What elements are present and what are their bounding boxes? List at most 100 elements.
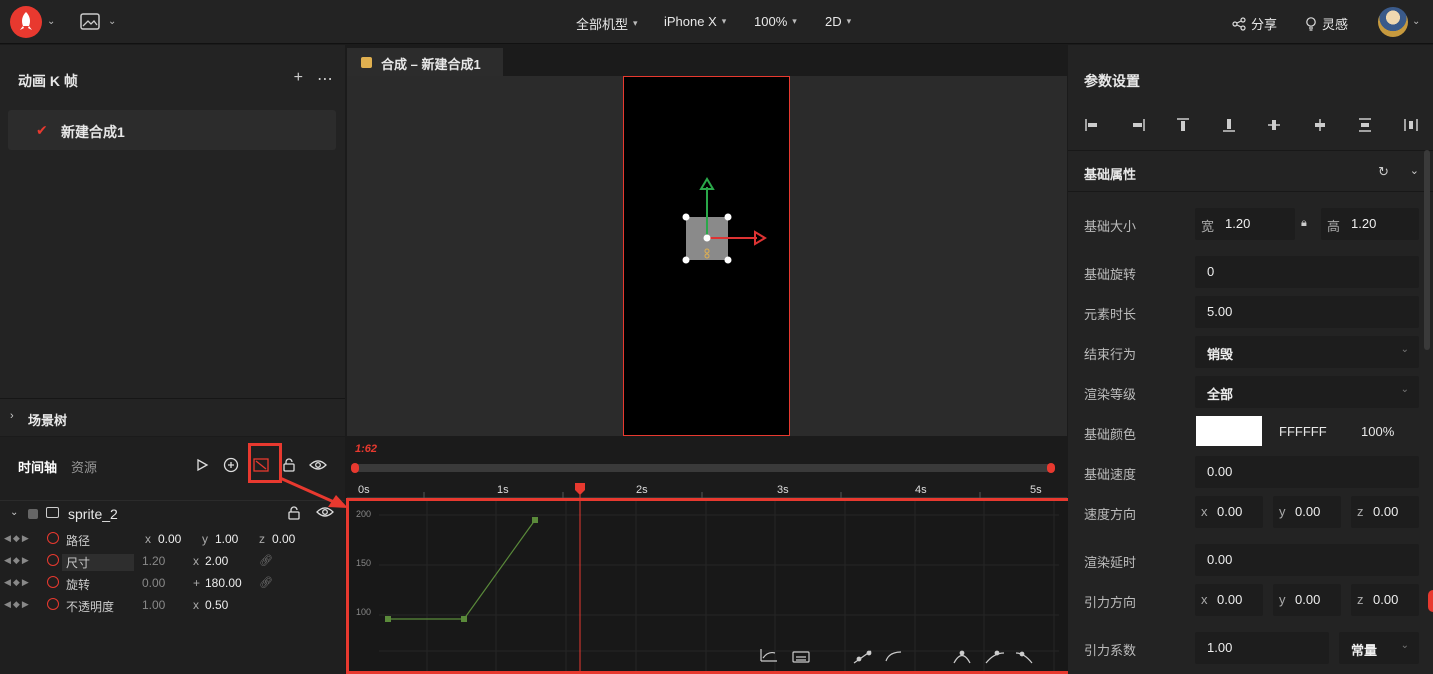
align-horizontal-center-icon[interactable]	[1312, 117, 1328, 133]
composition-item[interactable]: ✔ 新建合成1	[8, 110, 336, 150]
chevron-down-icon[interactable]: ⌄	[1412, 16, 1420, 27]
gravity-dir-z-input[interactable]: z 0.00	[1351, 584, 1419, 616]
render-delay-input[interactable]: 0.00	[1195, 544, 1419, 576]
color-hex[interactable]: FFFFFF	[1279, 424, 1327, 439]
speed-input[interactable]: 0.00	[1195, 456, 1419, 488]
tab-resources[interactable]: 资源	[71, 457, 97, 476]
gravity-dir-x-input[interactable]: x 0.00	[1195, 584, 1263, 616]
scrollbar[interactable]	[1424, 150, 1430, 350]
share-button[interactable]: 分享	[1232, 14, 1277, 33]
keyframe-nav-icon[interactable]: ◀◆▶	[4, 533, 31, 544]
speed-dir-y-input[interactable]: y 0.00	[1273, 496, 1341, 528]
align-vertical-center-icon[interactable]	[1266, 117, 1282, 133]
lock-icon[interactable]	[283, 458, 295, 472]
stopwatch-icon[interactable]	[47, 554, 59, 566]
chevron-down-icon[interactable]: ⌄	[47, 16, 55, 27]
inspiration-label: 灵感	[1322, 17, 1349, 32]
play-icon[interactable]	[195, 458, 209, 472]
inspiration-button[interactable]: 灵感	[1305, 14, 1348, 33]
end-behavior-select[interactable]: 销毁 ⌄	[1195, 336, 1419, 368]
chevron-down-icon[interactable]: ⌄	[108, 16, 116, 27]
keyframe-nav-icon[interactable]: ◀◆▶	[4, 599, 31, 610]
property-value[interactable]: 0.00	[158, 532, 181, 546]
scene-tree-toggle[interactable]: › 场景树	[0, 398, 345, 436]
chevron-down-icon: ⌄	[1400, 384, 1409, 395]
composition-name: 新建合成1	[61, 124, 125, 140]
render-level-select[interactable]: 全部 ⌄	[1195, 376, 1419, 408]
color-alpha[interactable]: 100%	[1361, 424, 1394, 439]
transform-gizmo[interactable]	[624, 77, 789, 435]
gravity-dir-z-value: 0.00	[1373, 592, 1399, 607]
align-bottom-icon[interactable]	[1221, 117, 1237, 133]
property-row-path[interactable]: ◀◆▶ 路径 x 0.00 y 1.00 z 0.00	[0, 529, 345, 551]
duration-input[interactable]: 5.00	[1195, 296, 1419, 328]
animation-panel: 动画 K 帧 + ⋯ ✔ 新建合成1	[0, 45, 345, 435]
section-header[interactable]: 基础属性 ↻ ⌄	[1068, 150, 1433, 192]
gravity-dir-x-value: 0.00	[1217, 592, 1243, 607]
align-top-icon[interactable]	[1175, 117, 1191, 133]
zoom-select[interactable]: 100% ▾	[754, 14, 797, 29]
tab-timeline[interactable]: 时间轴	[18, 457, 57, 476]
composition-tab[interactable]: 合成 – 新建合成1	[347, 48, 503, 76]
scroll-handle-start[interactable]	[351, 463, 359, 473]
height-label: 高	[1327, 219, 1341, 234]
distribute-vertical-icon[interactable]	[1357, 117, 1373, 133]
curve-graph[interactable]: 200 150 100	[346, 498, 1074, 674]
axis-label: z	[259, 532, 265, 546]
property-value[interactable]: 1.00	[215, 532, 238, 546]
lock-icon[interactable]: 🔒︎	[1301, 217, 1307, 230]
stopwatch-icon[interactable]	[47, 532, 59, 544]
add-keyframe-icon[interactable]	[223, 457, 239, 473]
more-icon[interactable]: ⋯	[317, 69, 333, 89]
reset-icon[interactable]: ↻	[1378, 164, 1389, 180]
align-right-icon[interactable]	[1130, 117, 1146, 133]
floating-indicator[interactable]	[1428, 590, 1433, 612]
add-icon[interactable]: +	[294, 69, 303, 89]
property-value[interactable]: 0.00	[142, 576, 165, 590]
avatar[interactable]	[1378, 7, 1408, 37]
time-ruler[interactable]: 0s 1s 2s 3s 4s 5s	[347, 482, 1067, 498]
property-value[interactable]: 180.00	[205, 576, 242, 590]
gravity-coef-input[interactable]: 1.00	[1195, 632, 1329, 664]
keyframe-nav-icon[interactable]: ◀◆▶	[4, 577, 31, 588]
link-icon[interactable]: 🔗︎	[259, 576, 273, 589]
rotation-input[interactable]: 0	[1195, 256, 1419, 288]
speed-dir-z-input[interactable]: z 0.00	[1351, 496, 1419, 528]
gravity-mode-select[interactable]: 常量 ⌄	[1339, 632, 1419, 664]
property-value[interactable]: 2.00	[205, 554, 228, 568]
timeline-tabs: 时间轴 资源	[18, 457, 97, 476]
property-value[interactable]: 0.50	[205, 598, 228, 612]
timeline-scrollbar[interactable]	[351, 463, 1055, 473]
stopwatch-icon[interactable]	[47, 598, 59, 610]
chevron-down-icon[interactable]: ⌄	[10, 507, 18, 518]
align-left-icon[interactable]	[1084, 117, 1100, 133]
link-icon[interactable]: 🔗︎	[259, 554, 273, 567]
property-value[interactable]: 1.20	[142, 554, 165, 568]
scroll-handle-end[interactable]	[1047, 463, 1055, 473]
property-row-opacity[interactable]: ◀◆▶ 不透明度 1.00 x 0.50	[0, 595, 345, 617]
image-icon[interactable]	[80, 13, 100, 30]
canvas-viewport[interactable]	[347, 76, 1067, 436]
gravity-dir-y-input[interactable]: y 0.00	[1273, 584, 1341, 616]
device-select[interactable]: iPhone X ▾	[664, 14, 726, 29]
color-swatch[interactable]	[1196, 416, 1262, 446]
share-label: 分享	[1251, 17, 1278, 32]
render-delay-value: 0.00	[1207, 552, 1233, 567]
property-value[interactable]: 0.00	[272, 532, 295, 546]
width-input[interactable]: 宽 1.20	[1195, 208, 1295, 240]
app-logo[interactable]	[10, 6, 42, 38]
device-type-select[interactable]: 全部机型 ▾	[576, 14, 638, 33]
property-value[interactable]: 1.00	[142, 598, 165, 612]
height-input[interactable]: 高 1.20	[1321, 208, 1419, 240]
keyframe-nav-icon[interactable]: ◀◆▶	[4, 555, 31, 566]
chevron-down-icon[interactable]: ⌄	[1410, 164, 1419, 177]
playhead[interactable]	[573, 483, 587, 674]
property-row-size[interactable]: ◀◆▶ 尺寸 1.20 x 2.00 🔗︎	[0, 551, 345, 573]
property-row-rotation[interactable]: ◀◆▶ 旋转 0.00 + 180.00 🔗︎	[0, 573, 345, 595]
stopwatch-icon[interactable]	[47, 576, 59, 588]
mode-select[interactable]: 2D ▾	[825, 14, 851, 29]
speed-dir-x-input[interactable]: x 0.00	[1195, 496, 1263, 528]
distribute-horizontal-icon[interactable]	[1403, 117, 1419, 133]
eye-icon[interactable]	[309, 459, 327, 471]
stage-frame[interactable]	[623, 76, 790, 436]
